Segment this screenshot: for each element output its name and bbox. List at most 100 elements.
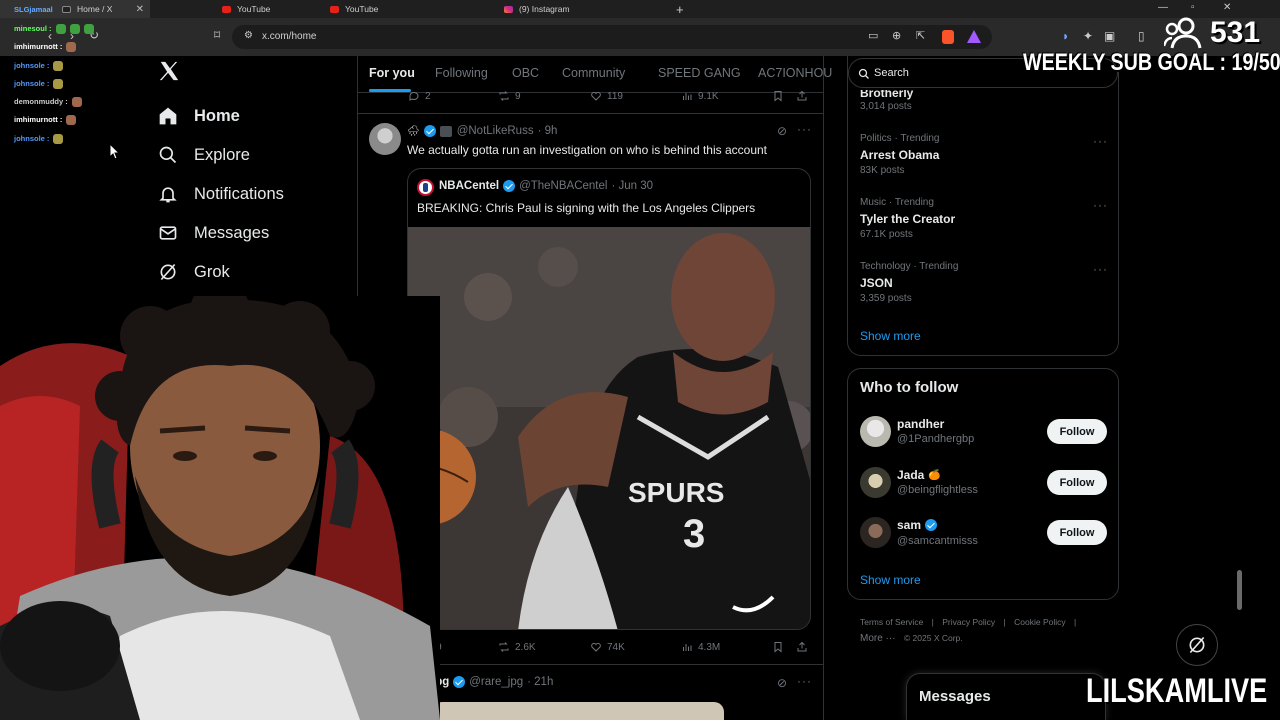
chat-emote-icon (71, 97, 82, 108)
share-button[interactable] (796, 90, 813, 102)
more-options-icon[interactable]: ··· (797, 122, 812, 136)
tab-youtube-1[interactable]: YouTube (150, 0, 324, 18)
more-options-icon[interactable]: ··· (797, 674, 812, 688)
browser-tab-bar: Home / X ✕ YouTube YouTube (9) Instagram… (0, 0, 1280, 18)
avatar[interactable] (860, 517, 891, 548)
tab-obc[interactable]: OBC (512, 66, 539, 80)
extensions-icon[interactable]: ✦ (1083, 29, 1093, 43)
scrollbar-thumb[interactable] (1237, 570, 1242, 610)
chat-emote-icon (66, 115, 77, 126)
trend-name[interactable]: JSON (860, 276, 893, 290)
views-button[interactable]: 9.1K (681, 90, 719, 102)
follow-button[interactable]: Follow (1047, 470, 1107, 495)
verified-badge-icon (925, 519, 938, 531)
trend-more-icon[interactable]: ··· (1093, 198, 1108, 212)
share-button[interactable] (796, 641, 813, 653)
bookmark-icon[interactable]: ⌑ (214, 28, 220, 42)
audio-icon[interactable]: ◗ (1062, 29, 1069, 43)
trends-show-more-link[interactable]: Show more (860, 329, 921, 343)
tab-following[interactable]: Following (435, 66, 488, 80)
subscribers-icon (1164, 17, 1202, 49)
tab-instagram[interactable]: (9) Instagram (498, 0, 668, 18)
follow-user-handle[interactable]: @samcantmisss (897, 535, 978, 547)
privacy-link[interactable]: Privacy Policy (942, 617, 995, 627)
avatar[interactable] (369, 123, 401, 155)
sidebar-item-grok[interactable]: Grok (158, 257, 230, 287)
next-post-time[interactable]: · 21h (527, 676, 553, 688)
bookmark-button[interactable] (772, 90, 789, 102)
brave-shield-icon[interactable] (942, 30, 954, 44)
like-button[interactable]: 119 (590, 90, 623, 102)
basketball-player-photo[interactable]: SPURS 3 (408, 227, 810, 629)
cast-icon[interactable]: ▭ (868, 29, 878, 42)
grok-icon (1189, 636, 1205, 654)
feed-tabs: For you Following OBC Community SPEED GA… (358, 56, 832, 93)
bookmark-button[interactable] (772, 641, 789, 653)
trend-posts: 3,359 posts (860, 293, 912, 304)
trend-more-icon[interactable]: ··· (1093, 134, 1108, 148)
terms-link[interactable]: Terms of Service (860, 617, 923, 627)
zoom-icon[interactable]: ⊕ (892, 29, 901, 42)
sidebar-item-label: Notifications (194, 184, 284, 203)
like-button[interactable]: 74K (590, 641, 625, 653)
messages-drawer[interactable]: Messages (906, 673, 1106, 720)
chat-message: demonmuddy : (14, 97, 82, 108)
footer-links: Terms of Service | Privacy Policy | Cook… (860, 617, 1082, 627)
follow-show-more-link[interactable]: Show more (860, 573, 921, 587)
trend-name[interactable]: Arrest Obama (860, 148, 939, 162)
trend-more-icon[interactable]: ··· (1093, 262, 1108, 276)
repost-button[interactable]: 2.6K (498, 641, 536, 653)
follow-user-handle[interactable]: @beingflightless (897, 484, 978, 496)
reply-button[interactable]: 2 (408, 90, 431, 102)
follow-user-name-row[interactable]: sam (897, 518, 941, 532)
tab-youtube-2[interactable]: YouTube (324, 0, 498, 18)
follow-button[interactable]: Follow (1047, 520, 1107, 545)
post-time[interactable]: · 9h (538, 125, 558, 137)
wallet-icon[interactable]: ▣ (1104, 29, 1115, 43)
site-info-icon[interactable]: ⚙ (244, 30, 253, 41)
grok-explain-icon[interactable]: ⊘ (777, 676, 787, 690)
tab-speed-gang[interactable]: SPEED GANG (658, 66, 741, 80)
follow-user-name-row[interactable]: Jada 🍊 (897, 468, 941, 482)
tab-community[interactable]: Community (562, 66, 625, 80)
views-button[interactable]: 4.3M (681, 641, 720, 653)
follow-user-name[interactable]: pandher (897, 417, 944, 431)
close-window-icon[interactable]: ✕ (1223, 2, 1231, 13)
address-bar[interactable]: ⚙ x.com/home ▭ ⊕ ⇱ (232, 25, 992, 49)
follow-user-handle[interactable]: @1Pandhergbp (897, 433, 974, 445)
next-post-handle[interactable]: @rare_jpg (469, 676, 523, 688)
x-logo-icon[interactable] (158, 60, 180, 89)
sidebar-item-explore[interactable]: Explore (158, 140, 250, 170)
sidebar-item-home[interactable]: Home (158, 101, 240, 131)
cookie-link[interactable]: Cookie Policy (1014, 617, 1066, 627)
sidebar-item-messages[interactable]: Messages (158, 218, 269, 248)
quoted-post[interactable]: NBACentel @TheNBACentel · Jun 30 BREAKIN… (407, 168, 811, 630)
post-text: We actually gotta run an investigation o… (407, 143, 767, 157)
share-icon (797, 641, 807, 652)
grok-floating-button[interactable] (1176, 624, 1218, 666)
footer-more-link[interactable]: More ··· (860, 633, 896, 644)
maximize-icon[interactable]: ▫ (1191, 2, 1195, 13)
avatar[interactable] (860, 416, 891, 447)
sidebar-item-notifications[interactable]: Notifications (158, 179, 284, 209)
tab-for-you[interactable]: For you (369, 66, 415, 80)
brave-rewards-icon[interactable] (967, 30, 981, 43)
grok-explain-icon[interactable]: ⊘ (777, 124, 787, 138)
quote-header: NBACentel @TheNBACentel · Jun 30 (439, 180, 653, 192)
sidebar-toggle-icon[interactable]: ▯ (1138, 29, 1145, 43)
tab-label: YouTube (237, 4, 271, 14)
chat-emote-icon (66, 42, 77, 53)
trend-name[interactable]: Tyler the Creator (860, 212, 955, 226)
repost-button[interactable]: 9 (498, 90, 521, 102)
next-post-media[interactable] (432, 702, 724, 720)
post-handle[interactable]: @NotLikeRuss (457, 125, 534, 137)
close-tab-icon[interactable]: ✕ (136, 4, 144, 15)
follow-button[interactable]: Follow (1047, 419, 1107, 444)
avatar[interactable] (860, 467, 891, 498)
share-icon[interactable]: ⇱ (916, 29, 925, 42)
minimize-icon[interactable]: — (1158, 2, 1168, 13)
post-header: 🌧 @NotLikeRuss · 9h (407, 125, 557, 137)
tab-ac7ionhou[interactable]: AC7IONHOU (758, 66, 832, 80)
instagram-favicon-icon (504, 5, 513, 13)
new-tab-icon[interactable]: + (676, 2, 684, 17)
